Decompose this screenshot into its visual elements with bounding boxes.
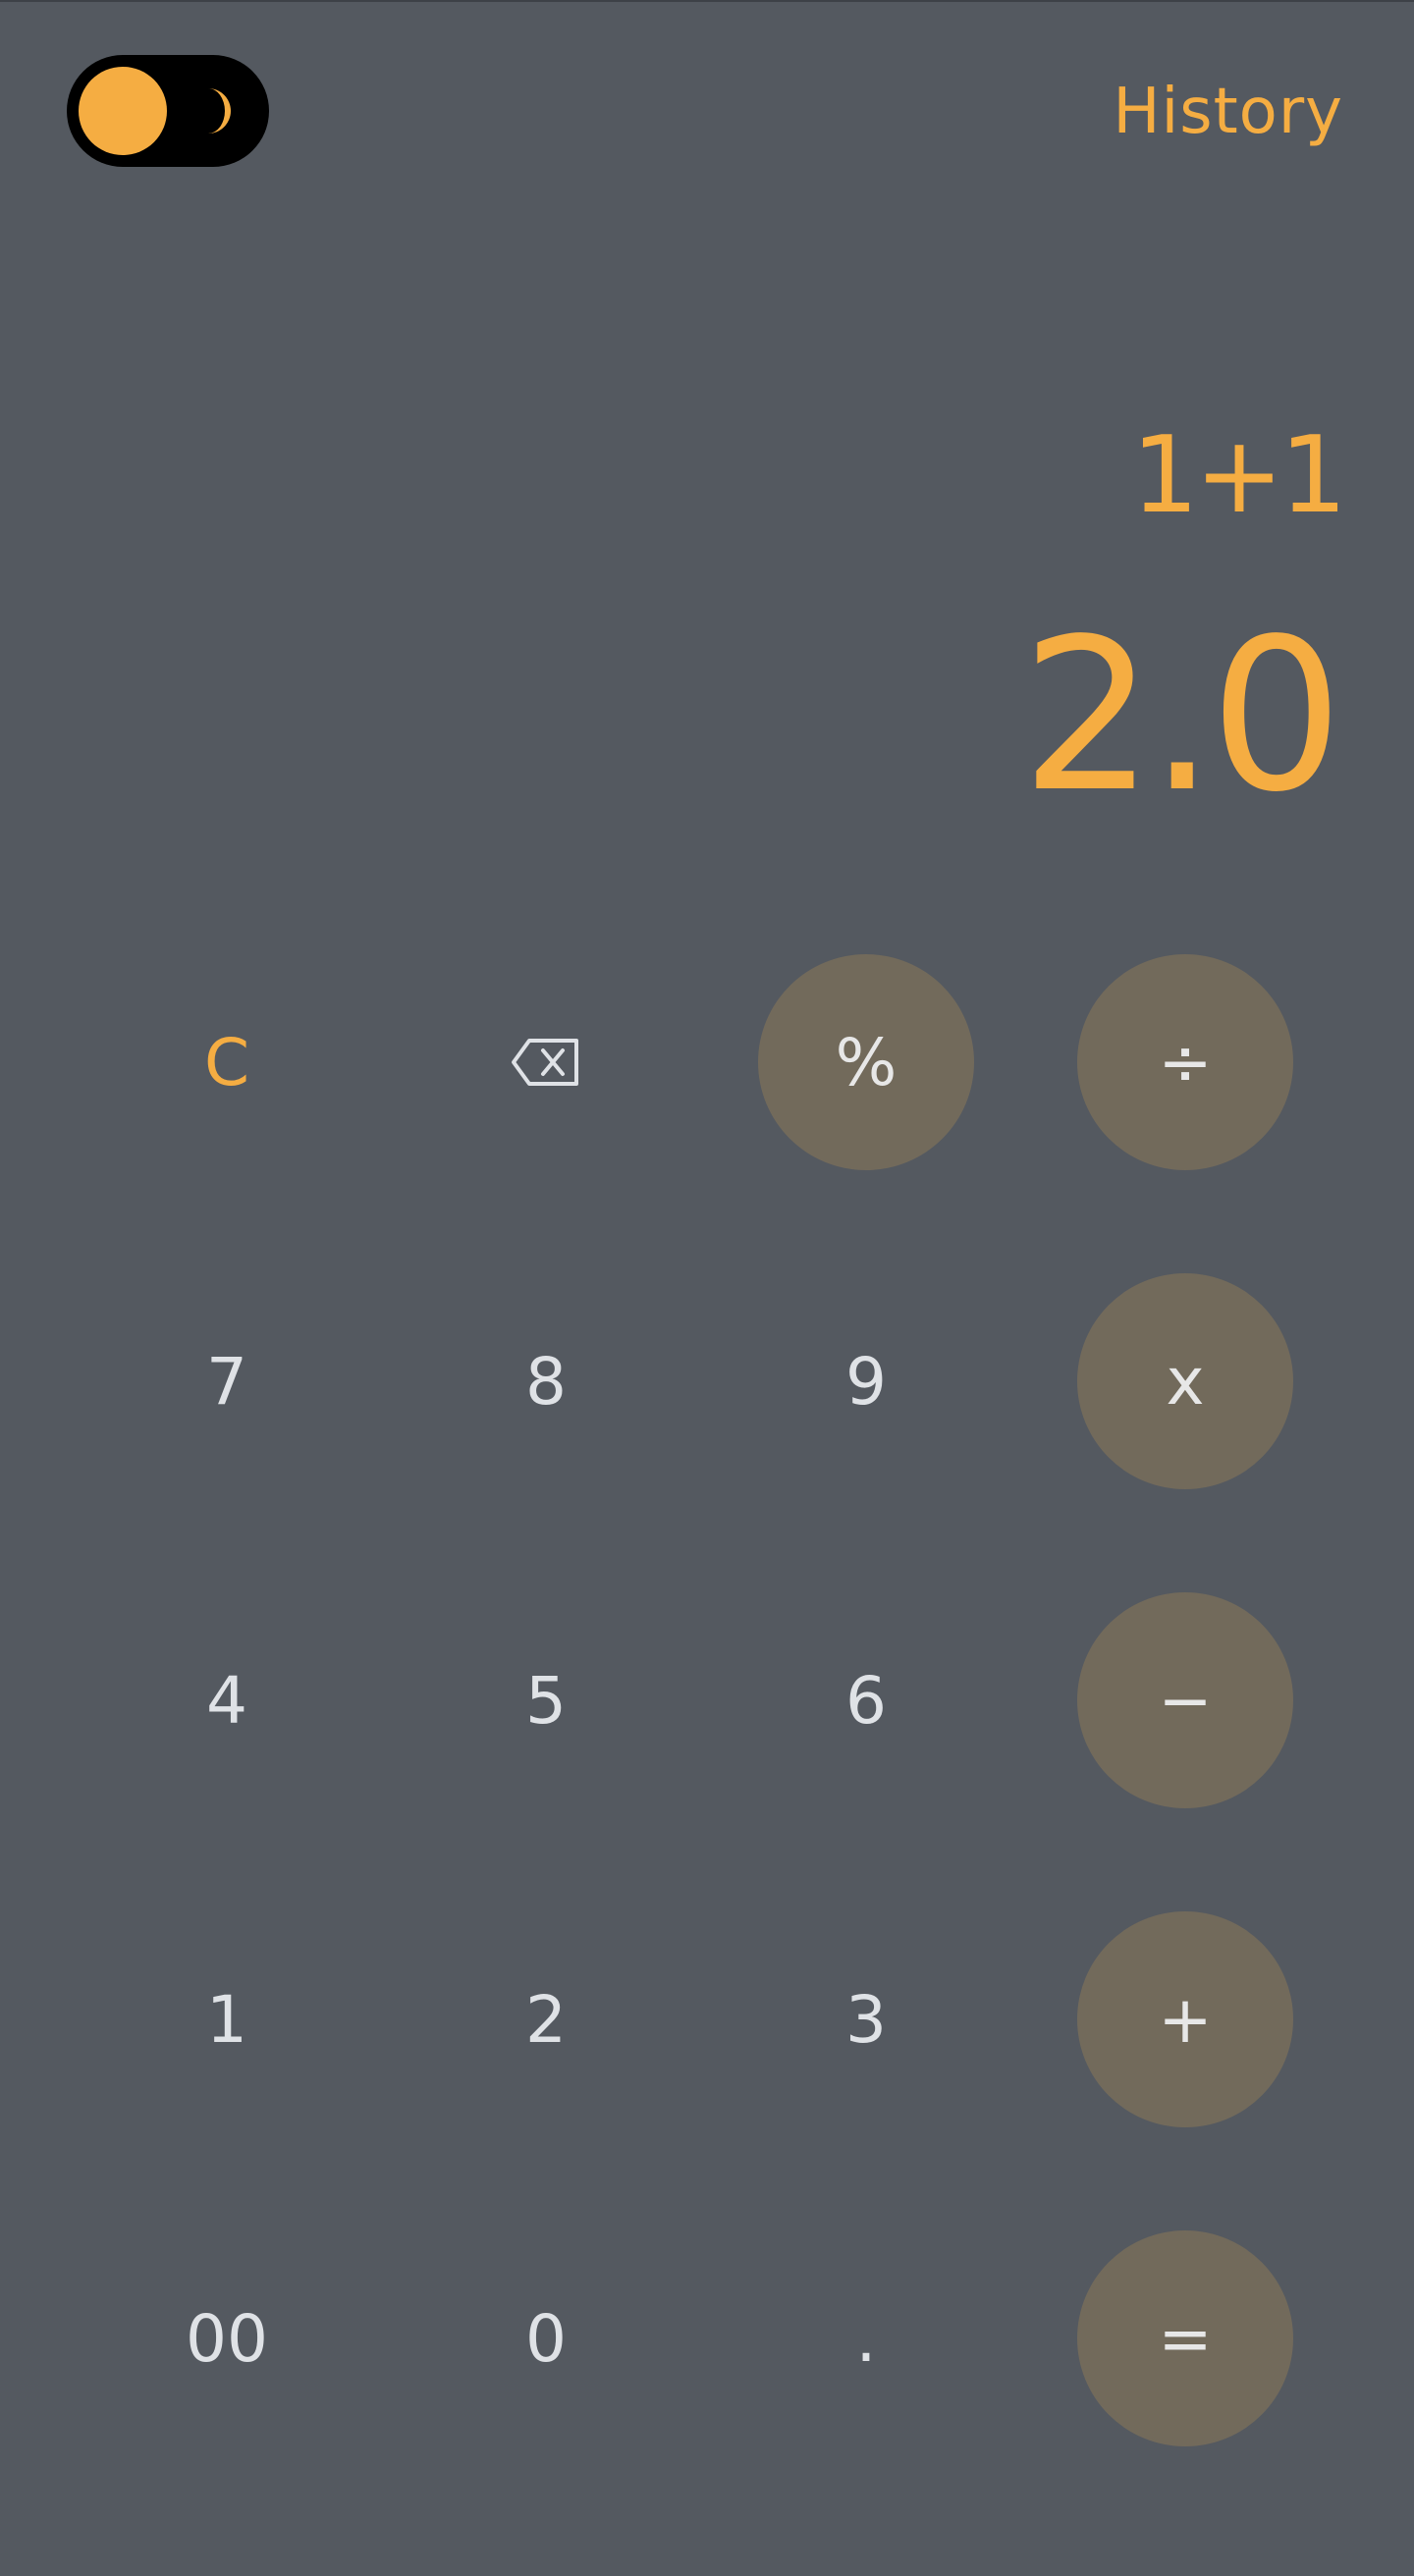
clear-button[interactable]: C [119,954,335,1170]
divide-button[interactable]: ÷ [1077,954,1293,1170]
expression-display: 1+1 [1131,414,1347,537]
sun-circle-icon [79,67,167,155]
multiply-button[interactable]: x [1077,1273,1293,1489]
subtract-button[interactable]: − [1077,1592,1293,1808]
digit-6-button[interactable]: 6 [758,1592,974,1808]
equals-button[interactable]: = [1077,2230,1293,2446]
digit-4-button[interactable]: 4 [119,1592,335,1808]
digit-8-button[interactable]: 8 [438,1273,654,1489]
backspace-icon [512,1039,578,1086]
percent-button[interactable]: % [758,954,974,1170]
decimal-point-button[interactable]: . [758,2230,974,2446]
backspace-button[interactable] [438,954,654,1170]
result-display: 2.0 [1020,594,1343,838]
digit-0-button[interactable]: 0 [438,2230,654,2446]
top-divider [0,0,1414,2]
digit-7-button[interactable]: 7 [119,1273,335,1489]
double-zero-button[interactable]: 00 [119,2230,335,2446]
add-button[interactable]: + [1077,1911,1293,2127]
digit-3-button[interactable]: 3 [758,1911,974,2127]
history-button[interactable]: History [1113,71,1343,153]
moon-icon [208,88,231,134]
digit-1-button[interactable]: 1 [119,1911,335,2127]
digit-9-button[interactable]: 9 [758,1273,974,1489]
digit-5-button[interactable]: 5 [438,1592,654,1808]
theme-toggle[interactable] [67,55,269,167]
digit-2-button[interactable]: 2 [438,1911,654,2127]
